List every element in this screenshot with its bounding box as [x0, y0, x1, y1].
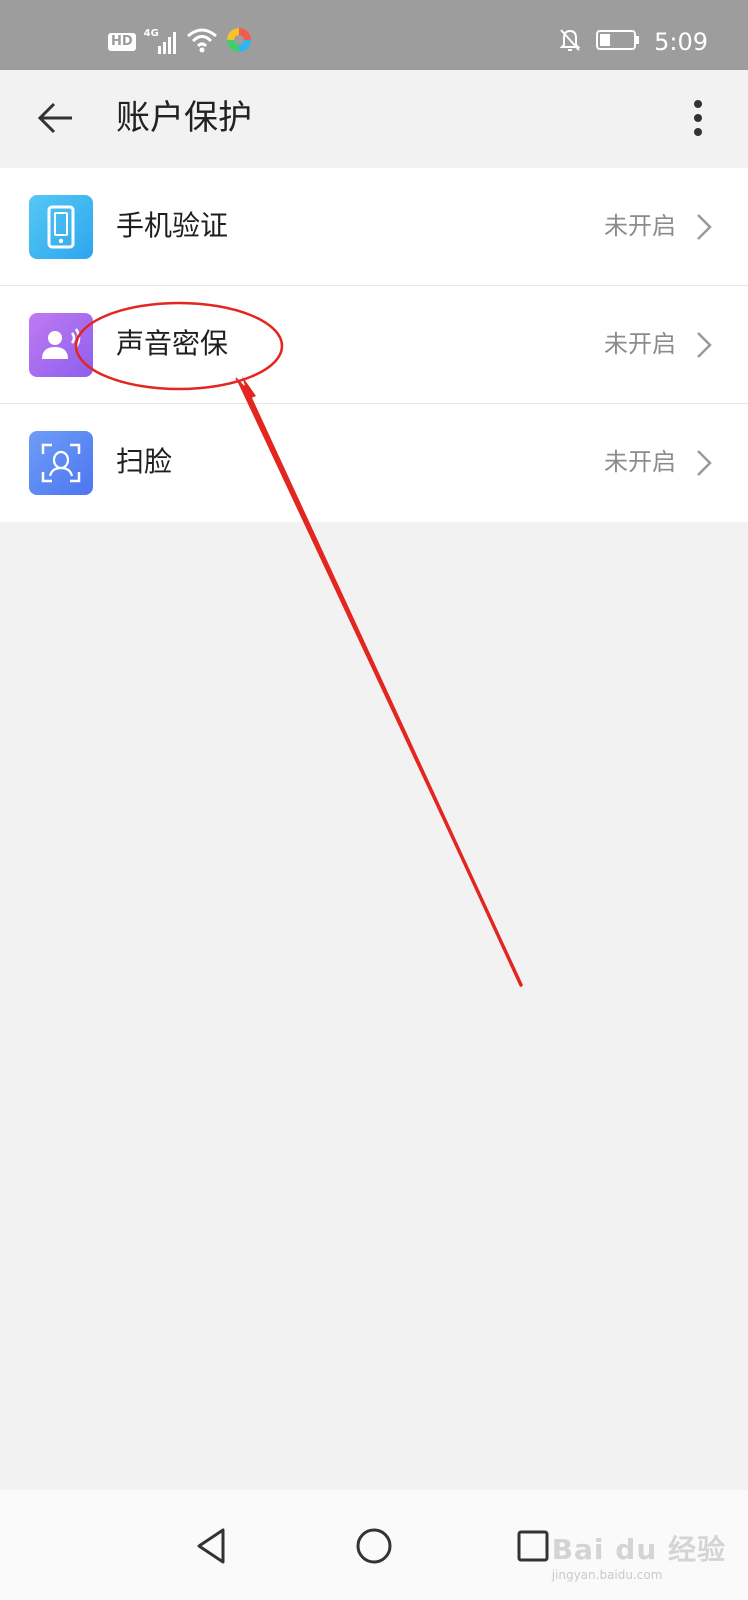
system-nav-bar: Bai du 经验 jingyan.baidu.com [0, 1490, 748, 1600]
app-bar: 账户保护 [0, 70, 748, 166]
chevron-right-icon [697, 450, 712, 476]
watermark-brand: Bai du 经验 [551, 1533, 726, 1566]
setting-row-voice-security[interactable]: 声音密保 未开启 [0, 286, 748, 404]
hd-icon: HD [108, 33, 136, 51]
setting-status: 未开启 [604, 448, 676, 476]
status-bar: HD 4G 5:09 [0, 0, 748, 70]
status-left-icons: HD 4G [108, 24, 252, 60]
setting-status: 未开启 [604, 330, 676, 358]
watermark: Bai du 经验 jingyan.baidu.com [552, 1528, 726, 1582]
clock: 5:09 [654, 28, 708, 56]
setting-row-phone-verification[interactable]: 手机验证 未开启 [0, 168, 748, 286]
phone-icon [29, 195, 93, 259]
page-title: 账户保护 [116, 98, 252, 138]
nav-home-icon[interactable] [348, 1520, 400, 1572]
back-arrow-icon[interactable] [34, 96, 78, 140]
battery-icon [596, 29, 640, 55]
setting-row-face-scan[interactable]: 扫脸 未开启 [0, 404, 748, 522]
setting-label: 声音密保 [116, 327, 229, 360]
mute-icon [558, 27, 582, 57]
network-type-label: 4G [143, 28, 159, 39]
nav-back-icon[interactable] [187, 1520, 239, 1572]
setting-label: 手机验证 [116, 209, 229, 242]
settings-list: 手机验证 未开启 声音密保 未开启 扫脸 未开启 [0, 168, 748, 522]
voice-user-icon [29, 313, 93, 377]
chevron-right-icon [697, 332, 712, 358]
chevron-right-icon [697, 214, 712, 240]
wifi-icon [186, 26, 218, 58]
status-right-icons: 5:09 [558, 22, 708, 62]
watermark-url: jingyan.baidu.com [551, 1568, 663, 1582]
setting-status: 未开启 [604, 212, 676, 240]
face-scan-icon [29, 431, 93, 495]
app-icon [226, 27, 252, 57]
setting-label: 扫脸 [116, 445, 173, 478]
signal-icon: 4G [144, 28, 178, 56]
more-vert-icon[interactable] [680, 96, 716, 140]
